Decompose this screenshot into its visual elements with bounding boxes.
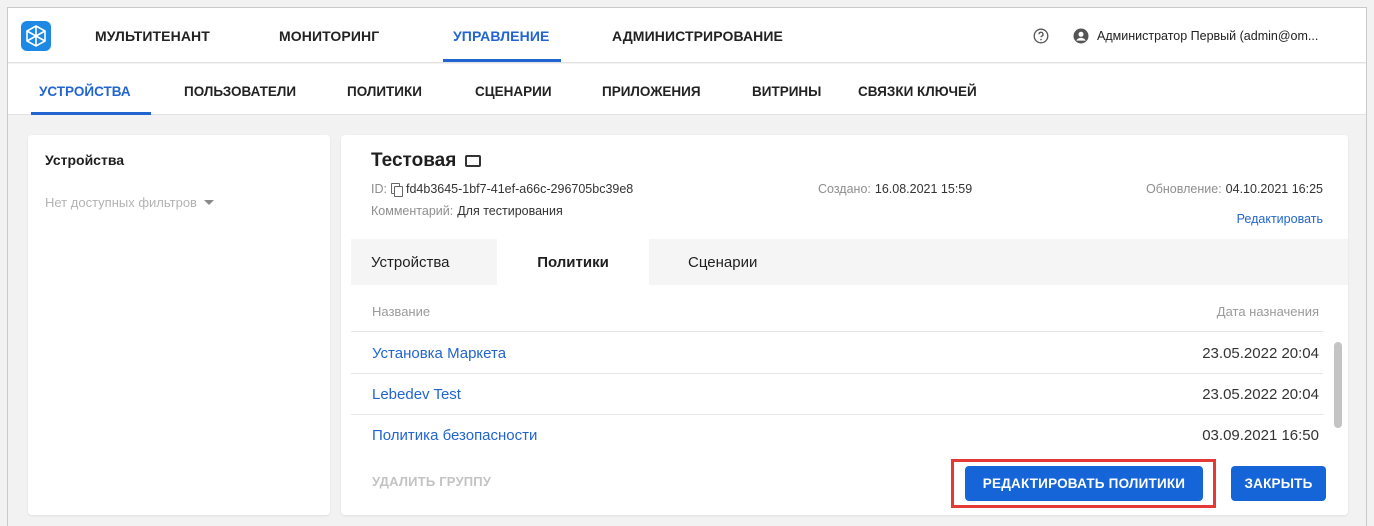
group-created: Создано: 16.08.2021 15:59	[818, 182, 972, 196]
user-name[interactable]: Администратор Первый (admin@om...	[1097, 29, 1318, 43]
copy-icon[interactable]	[390, 183, 403, 197]
caret-down-icon	[203, 200, 214, 205]
policy-name-link[interactable]: Установка Маркета	[372, 345, 506, 362]
id-value: fd4b3645-1bf7-41ef-a66c-296705bc39e8	[405, 182, 634, 196]
top-navigation: МУЛЬТИТЕНАНТ МОНИТОРИНГ УПРАВЛЕНИЕ АДМИН…	[8, 8, 1366, 63]
column-header-date[interactable]: Дата назначения	[1217, 304, 1319, 319]
edit-group-link[interactable]: Редактировать	[1237, 212, 1323, 226]
policy-name-link[interactable]: Политика безопасности	[372, 427, 537, 444]
filter-dropdown-label: Нет доступных фильтров	[45, 195, 197, 210]
group-comment: Комментарий: Для тестирования	[371, 204, 563, 218]
group-title: Тестовая	[371, 150, 482, 172]
app-window: МУЛЬТИТЕНАНТ МОНИТОРИНГ УПРАВЛЕНИЕ АДМИН…	[7, 7, 1367, 526]
topnav-active-indicator	[443, 59, 561, 62]
updated-label: Обновление:	[1146, 182, 1222, 196]
created-label: Создано:	[818, 182, 871, 196]
table-scrollbar[interactable]	[1334, 342, 1342, 428]
subnav-users[interactable]: ПОЛЬЗОВАТЕЛИ	[184, 84, 296, 99]
sub-navigation: УСТРОЙСТВА ПОЛЬЗОВАТЕЛИ ПОЛИТИКИ СЦЕНАРИ…	[8, 64, 1366, 115]
filter-panel-title: Устройства	[45, 152, 125, 168]
group-updated: Обновление: 04.10.2021 16:25	[1146, 182, 1323, 196]
table-row[interactable]: Установка Маркета 23.05.2022 20:04	[351, 333, 1323, 374]
folder-icon	[465, 155, 482, 167]
delete-group-button[interactable]: УДАЛИТЬ ГРУППУ	[372, 474, 491, 489]
close-button[interactable]: ЗАКРЫТЬ	[1231, 466, 1326, 501]
created-value: 16.08.2021 15:59	[874, 182, 973, 196]
updated-value: 04.10.2021 16:25	[1225, 182, 1323, 196]
panel-footer: УДАЛИТЬ ГРУППУ РЕДАКТИРОВАТЬ ПОЛИТИКИ ЗА…	[351, 448, 1348, 515]
id-label: ID:	[371, 182, 387, 196]
topnav-multitenant[interactable]: МУЛЬТИТЕНАНТ	[95, 28, 210, 44]
table-header: Название Дата назначения	[351, 285, 1323, 332]
topnav-management[interactable]: УПРАВЛЕНИЕ	[453, 28, 549, 44]
assigned-date: 23.05.2022 20:04	[1202, 386, 1319, 403]
group-detail-panel: Тестовая ID: fd4b3645-1bf7-41ef-a66c-296…	[341, 135, 1348, 515]
table-row[interactable]: Lebedev Test 23.05.2022 20:04	[351, 374, 1323, 415]
subnav-showcases[interactable]: ВИТРИНЫ	[752, 84, 821, 99]
assigned-date: 03.09.2021 16:50	[1202, 427, 1319, 444]
logo-icon[interactable]	[21, 21, 51, 51]
tab-devices[interactable]: Устройства	[371, 239, 449, 285]
filter-panel: Устройства Нет доступных фильтров	[28, 135, 330, 515]
assigned-date: 23.05.2022 20:04	[1202, 345, 1319, 362]
topnav-monitoring[interactable]: МОНИТОРИНГ	[279, 28, 379, 44]
subnav-scenarios[interactable]: СЦЕНАРИИ	[475, 84, 552, 99]
group-name: Тестовая	[371, 150, 457, 171]
edit-policies-button[interactable]: РЕДАКТИРОВАТЬ ПОЛИТИКИ	[965, 466, 1203, 501]
tabs-bar: Устройства Политики Сценарии	[351, 239, 1348, 285]
tab-scenarios[interactable]: Сценарии	[688, 239, 757, 285]
policy-name-link[interactable]: Lebedev Test	[372, 386, 461, 403]
subnav-keychains[interactable]: СВЯЗКИ КЛЮЧЕЙ	[858, 84, 977, 99]
topnav-administration[interactable]: АДМИНИСТРИРОВАНИЕ	[612, 28, 783, 44]
tab-policies[interactable]: Политики	[497, 239, 649, 285]
filter-dropdown[interactable]: Нет доступных фильтров	[45, 195, 214, 210]
column-header-name[interactable]: Название	[372, 304, 430, 319]
subnav-devices[interactable]: УСТРОЙСТВА	[39, 84, 131, 99]
help-icon[interactable]	[1033, 28, 1049, 44]
user-avatar-icon[interactable]	[1073, 28, 1089, 44]
comment-value: Для тестирования	[457, 204, 563, 218]
subnav-applications[interactable]: ПРИЛОЖЕНИЯ	[602, 84, 701, 99]
subnav-active-indicator	[31, 112, 151, 115]
group-id: ID: fd4b3645-1bf7-41ef-a66c-296705bc39e8	[371, 182, 634, 197]
subnav-policies[interactable]: ПОЛИТИКИ	[347, 84, 422, 99]
comment-label: Комментарий:	[371, 204, 454, 218]
